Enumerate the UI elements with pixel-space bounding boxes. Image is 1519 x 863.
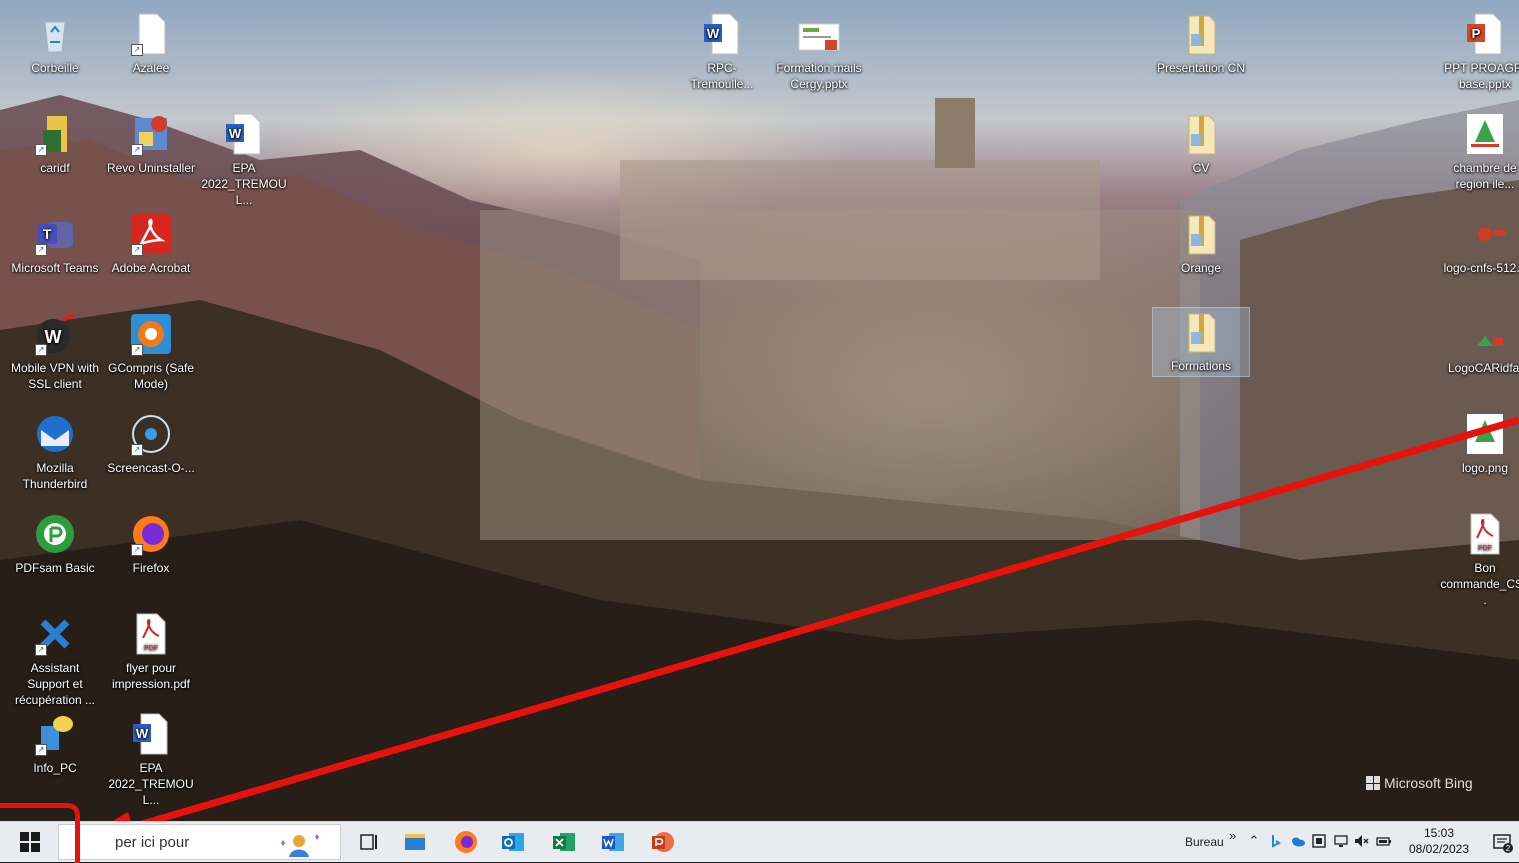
firefox-icon[interactable]	[453, 829, 479, 855]
taskbar: per ici pour Bureau » ⌃ 15:03 08/02/2023…	[0, 821, 1519, 862]
excel-icon[interactable]	[551, 829, 577, 855]
powerpoint-icon[interactable]	[650, 829, 676, 855]
toolbar-expand-chevron[interactable]: »	[1229, 828, 1236, 843]
annotation-arrow	[72, 416, 1519, 850]
notifications-count: 2	[1506, 844, 1511, 853]
search-placeholder: per ici pour	[115, 834, 190, 851]
annotation-highlight-box	[0, 803, 80, 863]
battery-icon[interactable]	[1376, 833, 1392, 849]
bing-tray-icon[interactable]	[1268, 833, 1284, 849]
outlook-icon[interactable]	[500, 829, 526, 855]
notifications-icon[interactable]: 2	[1492, 832, 1514, 854]
clock-date: 08/02/2023	[1408, 842, 1470, 856]
show-hidden-icons-chevron-icon[interactable]: ⌃	[1246, 833, 1262, 849]
tray-app-icon[interactable]	[1311, 833, 1327, 849]
onedrive-icon[interactable]	[1290, 833, 1306, 849]
volume-muted-icon[interactable]	[1353, 833, 1369, 849]
file-explorer-icon[interactable]	[402, 829, 428, 855]
task-view-icon[interactable]	[356, 829, 382, 855]
annotation-arrow-line	[114, 416, 1519, 836]
taskbar-clock[interactable]: 15:03 08/02/2023	[1404, 825, 1474, 857]
taskbar-search-box[interactable]: per ici pour	[58, 824, 341, 860]
clock-time: 15:03	[1423, 826, 1455, 840]
word-icon[interactable]	[600, 829, 626, 855]
bureau-toolbar-label[interactable]: Bureau	[1185, 835, 1224, 849]
search-highlight-icon	[281, 834, 319, 857]
network-icon[interactable]	[1333, 833, 1349, 849]
